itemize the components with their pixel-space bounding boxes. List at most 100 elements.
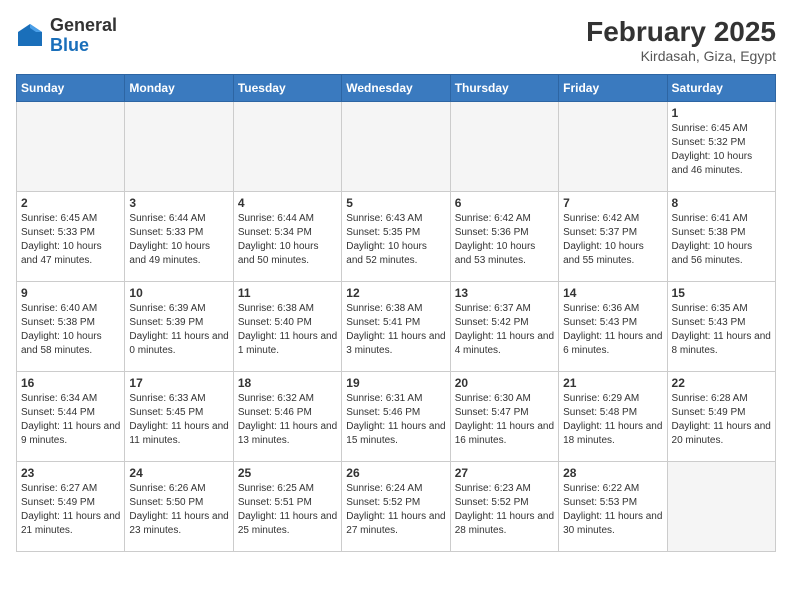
calendar-cell: 13 Sunrise: 6:37 AM Sunset: 5:42 PM Dayli… bbox=[450, 282, 558, 372]
cell-details: Sunrise: 6:34 AM Sunset: 5:44 PM Dayligh… bbox=[21, 392, 120, 448]
day-number: 9 bbox=[21, 286, 120, 300]
calendar-cell: 25 Sunrise: 6:25 AM Sunset: 5:51 PM Dayli… bbox=[233, 462, 341, 552]
cell-details: Sunrise: 6:45 AM Sunset: 5:33 PM Dayligh… bbox=[21, 212, 120, 268]
calendar-cell: 26Sunrise: 6:24 AM Sunset: 5:52 PM Dayli… bbox=[342, 462, 450, 552]
day-number: 4 bbox=[238, 196, 337, 210]
week-row-1: 1Sunrise: 6:45 AM Sunset: 5:32 PM Daylig… bbox=[17, 102, 776, 192]
cell-details: Sunrise: 6:42 AM Sunset: 5:36 PM Dayligh… bbox=[455, 212, 554, 268]
calendar-cell: 12 Sunrise: 6:38 AM Sunset: 5:41 PM Dayli… bbox=[342, 282, 450, 372]
calendar-cell: 21Sunrise: 6:29 AM Sunset: 5:48 PM Dayli… bbox=[559, 372, 667, 462]
cell-details: Sunrise: 6:32 AM Sunset: 5:46 PM Dayligh… bbox=[238, 392, 337, 448]
day-number: 23 bbox=[21, 466, 120, 480]
calendar-cell bbox=[559, 102, 667, 192]
calendar-cell: 11 Sunrise: 6:38 AM Sunset: 5:40 PM Dayli… bbox=[233, 282, 341, 372]
calendar-cell: 22 Sunrise: 6:28 AM Sunset: 5:49 PM Dayli… bbox=[667, 372, 775, 462]
calendar-cell: 23 Sunrise: 6:27 AM Sunset: 5:49 PM Dayli… bbox=[17, 462, 125, 552]
logo-text: General Blue bbox=[50, 16, 117, 56]
day-number: 27 bbox=[455, 466, 554, 480]
day-number: 12 bbox=[346, 286, 445, 300]
logo-general-text: General bbox=[50, 15, 117, 35]
day-number: 2 bbox=[21, 196, 120, 210]
calendar-cell: 15Sunrise: 6:35 AM Sunset: 5:43 PM Dayli… bbox=[667, 282, 775, 372]
calendar-cell: 17Sunrise: 6:33 AM Sunset: 5:45 PM Dayli… bbox=[125, 372, 233, 462]
weekday-header-tuesday: Tuesday bbox=[233, 75, 341, 102]
logo-blue-text: Blue bbox=[50, 35, 89, 55]
cell-details: Sunrise: 6:38 AM Sunset: 5:40 PM Dayligh… bbox=[238, 302, 337, 358]
day-number: 14 bbox=[563, 286, 662, 300]
cell-details: Sunrise: 6:27 AM Sunset: 5:49 PM Dayligh… bbox=[21, 482, 120, 538]
calendar-cell bbox=[233, 102, 341, 192]
calendar-cell: 10 Sunrise: 6:39 AM Sunset: 5:39 PM Dayli… bbox=[125, 282, 233, 372]
cell-details: Sunrise: 6:25 AM Sunset: 5:51 PM Dayligh… bbox=[238, 482, 337, 538]
calendar-table: SundayMondayTuesdayWednesdayThursdayFrid… bbox=[16, 74, 776, 552]
day-number: 22 bbox=[672, 376, 771, 390]
cell-details: Sunrise: 6:37 AM Sunset: 5:42 PM Dayligh… bbox=[455, 302, 554, 358]
cell-details: Sunrise: 6:44 AM Sunset: 5:33 PM Dayligh… bbox=[129, 212, 228, 268]
cell-details: Sunrise: 6:31 AM Sunset: 5:46 PM Dayligh… bbox=[346, 392, 445, 448]
calendar-cell: 6 Sunrise: 6:42 AM Sunset: 5:36 PM Daylig… bbox=[450, 192, 558, 282]
day-number: 10 bbox=[129, 286, 228, 300]
calendar-cell: 20 Sunrise: 6:30 AM Sunset: 5:47 PM Dayli… bbox=[450, 372, 558, 462]
logo-icon bbox=[16, 22, 44, 50]
calendar-cell: 7 Sunrise: 6:42 AM Sunset: 5:37 PM Daylig… bbox=[559, 192, 667, 282]
week-row-4: 16 Sunrise: 6:34 AM Sunset: 5:44 PM Dayli… bbox=[17, 372, 776, 462]
calendar-cell: 16 Sunrise: 6:34 AM Sunset: 5:44 PM Dayli… bbox=[17, 372, 125, 462]
calendar-cell: 8Sunrise: 6:41 AM Sunset: 5:38 PM Daylig… bbox=[667, 192, 775, 282]
cell-details: Sunrise: 6:35 AM Sunset: 5:43 PM Dayligh… bbox=[672, 302, 771, 358]
cell-details: Sunrise: 6:36 AM Sunset: 5:43 PM Dayligh… bbox=[563, 302, 662, 358]
day-number: 5 bbox=[346, 196, 445, 210]
cell-details: Sunrise: 6:44 AM Sunset: 5:34 PM Dayligh… bbox=[238, 212, 337, 268]
weekday-header-friday: Friday bbox=[559, 75, 667, 102]
calendar-cell: 18 Sunrise: 6:32 AM Sunset: 5:46 PM Dayli… bbox=[233, 372, 341, 462]
week-row-2: 2 Sunrise: 6:45 AM Sunset: 5:33 PM Daylig… bbox=[17, 192, 776, 282]
cell-details: Sunrise: 6:41 AM Sunset: 5:38 PM Dayligh… bbox=[672, 212, 771, 268]
cell-details: Sunrise: 6:28 AM Sunset: 5:49 PM Dayligh… bbox=[672, 392, 771, 448]
day-number: 17 bbox=[129, 376, 228, 390]
cell-details: Sunrise: 6:43 AM Sunset: 5:35 PM Dayligh… bbox=[346, 212, 445, 268]
day-number: 25 bbox=[238, 466, 337, 480]
day-number: 6 bbox=[455, 196, 554, 210]
day-number: 20 bbox=[455, 376, 554, 390]
calendar-cell: 1Sunrise: 6:45 AM Sunset: 5:32 PM Daylig… bbox=[667, 102, 775, 192]
cell-details: Sunrise: 6:22 AM Sunset: 5:53 PM Dayligh… bbox=[563, 482, 662, 538]
calendar-cell: 5 Sunrise: 6:43 AM Sunset: 5:35 PM Daylig… bbox=[342, 192, 450, 282]
calendar-cell: 9 Sunrise: 6:40 AM Sunset: 5:38 PM Daylig… bbox=[17, 282, 125, 372]
cell-details: Sunrise: 6:40 AM Sunset: 5:38 PM Dayligh… bbox=[21, 302, 120, 358]
calendar-cell: 3 Sunrise: 6:44 AM Sunset: 5:33 PM Daylig… bbox=[125, 192, 233, 282]
week-row-3: 9 Sunrise: 6:40 AM Sunset: 5:38 PM Daylig… bbox=[17, 282, 776, 372]
day-number: 18 bbox=[238, 376, 337, 390]
day-number: 21 bbox=[563, 376, 662, 390]
weekday-header-wednesday: Wednesday bbox=[342, 75, 450, 102]
week-row-5: 23 Sunrise: 6:27 AM Sunset: 5:49 PM Dayli… bbox=[17, 462, 776, 552]
cell-details: Sunrise: 6:30 AM Sunset: 5:47 PM Dayligh… bbox=[455, 392, 554, 448]
cell-details: Sunrise: 6:38 AM Sunset: 5:41 PM Dayligh… bbox=[346, 302, 445, 358]
calendar-cell: 28Sunrise: 6:22 AM Sunset: 5:53 PM Dayli… bbox=[559, 462, 667, 552]
cell-details: Sunrise: 6:26 AM Sunset: 5:50 PM Dayligh… bbox=[129, 482, 228, 538]
cell-details: Sunrise: 6:39 AM Sunset: 5:39 PM Dayligh… bbox=[129, 302, 228, 358]
logo: General Blue bbox=[16, 16, 117, 56]
calendar-cell: 4 Sunrise: 6:44 AM Sunset: 5:34 PM Daylig… bbox=[233, 192, 341, 282]
day-number: 3 bbox=[129, 196, 228, 210]
day-number: 24 bbox=[129, 466, 228, 480]
calendar-cell: 14 Sunrise: 6:36 AM Sunset: 5:43 PM Dayli… bbox=[559, 282, 667, 372]
weekday-header-monday: Monday bbox=[125, 75, 233, 102]
weekday-header-row: SundayMondayTuesdayWednesdayThursdayFrid… bbox=[17, 75, 776, 102]
day-number: 11 bbox=[238, 286, 337, 300]
weekday-header-sunday: Sunday bbox=[17, 75, 125, 102]
day-number: 7 bbox=[563, 196, 662, 210]
calendar-cell bbox=[450, 102, 558, 192]
calendar-cell: 27 Sunrise: 6:23 AM Sunset: 5:52 PM Dayli… bbox=[450, 462, 558, 552]
calendar-cell bbox=[342, 102, 450, 192]
location-text: Kirdasah, Giza, Egypt bbox=[586, 48, 776, 64]
cell-details: Sunrise: 6:45 AM Sunset: 5:32 PM Dayligh… bbox=[672, 122, 771, 178]
weekday-header-saturday: Saturday bbox=[667, 75, 775, 102]
calendar-cell bbox=[125, 102, 233, 192]
day-number: 19 bbox=[346, 376, 445, 390]
cell-details: Sunrise: 6:23 AM Sunset: 5:52 PM Dayligh… bbox=[455, 482, 554, 538]
title-block: February 2025 Kirdasah, Giza, Egypt bbox=[586, 16, 776, 64]
cell-details: Sunrise: 6:24 AM Sunset: 5:52 PM Dayligh… bbox=[346, 482, 445, 538]
cell-details: Sunrise: 6:42 AM Sunset: 5:37 PM Dayligh… bbox=[563, 212, 662, 268]
day-number: 13 bbox=[455, 286, 554, 300]
day-number: 16 bbox=[21, 376, 120, 390]
month-title: February 2025 bbox=[586, 16, 776, 48]
